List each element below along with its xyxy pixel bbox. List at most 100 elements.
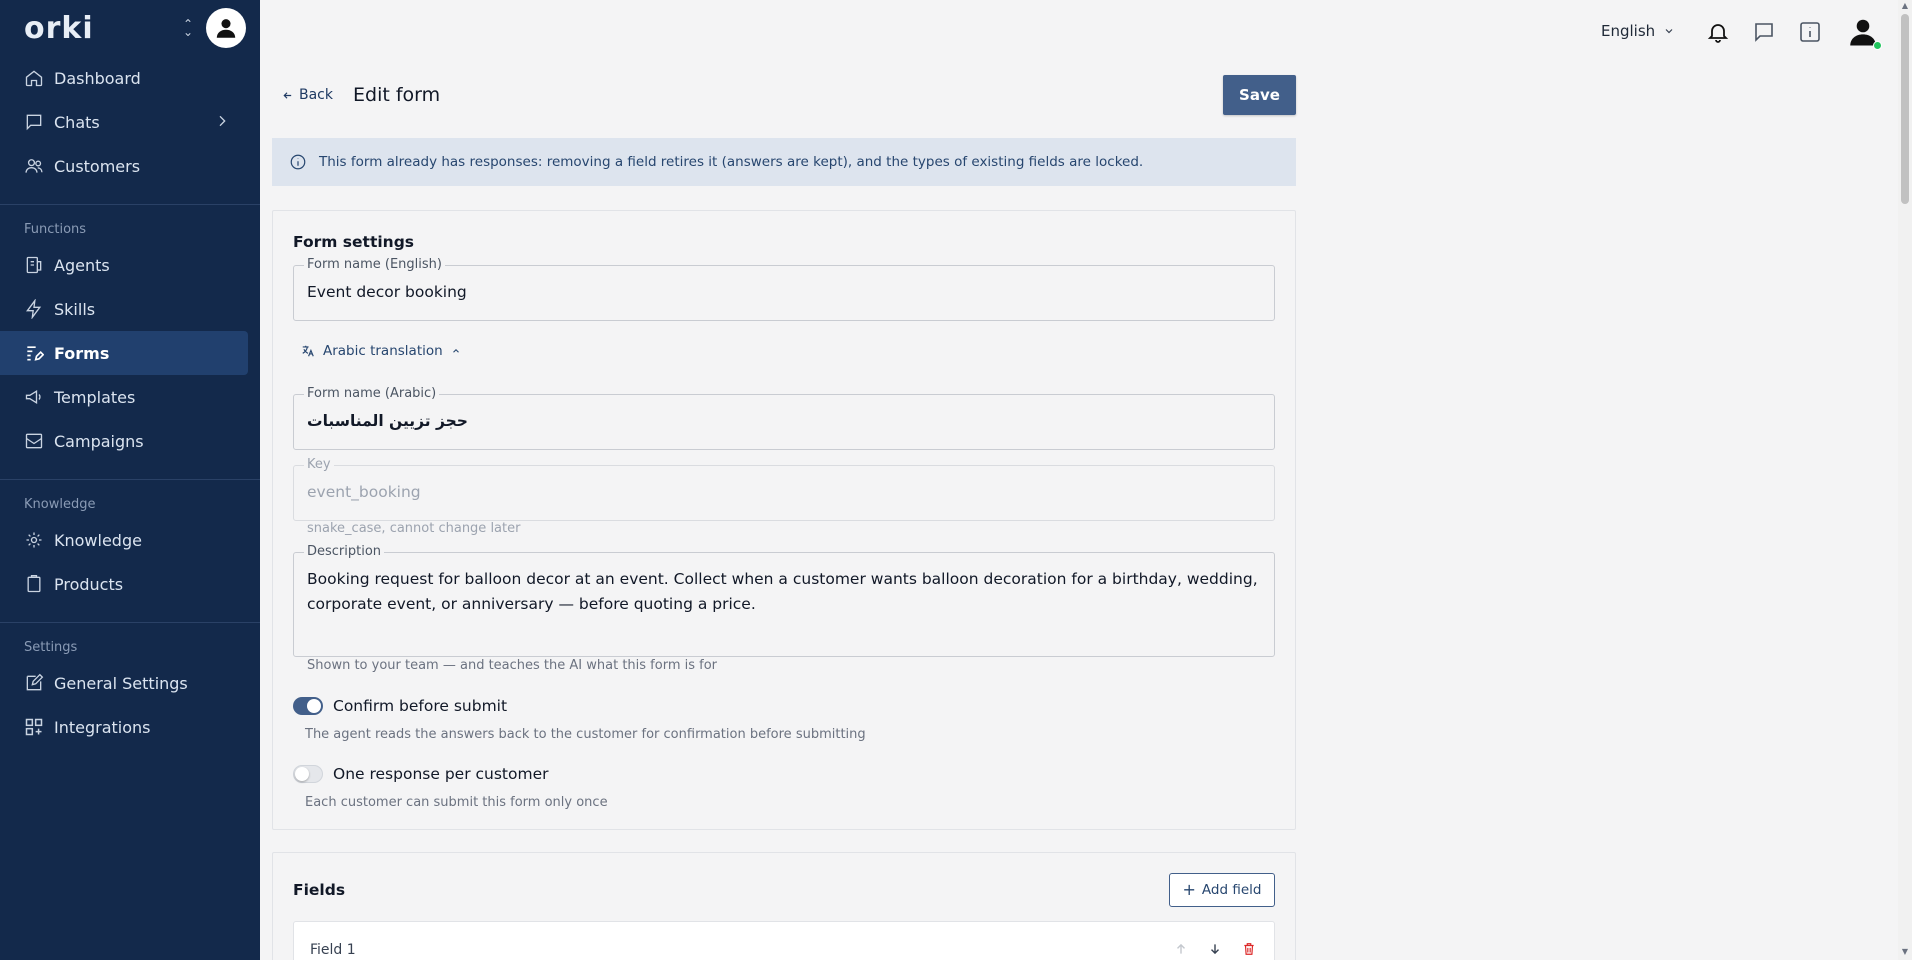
translate-icon — [302, 345, 314, 357]
field-value: event_booking — [307, 483, 421, 501]
sidebar-item-chats[interactable]: Chats — [0, 100, 260, 144]
user-icon — [216, 19, 236, 38]
clipboard-icon — [27, 575, 41, 593]
agent-icon — [26, 256, 42, 274]
sidebar-item-general-settings[interactable]: General Settings — [0, 661, 260, 705]
brain-icon — [26, 532, 42, 548]
confirm-helper-text: The agent reads the answers back to the … — [305, 727, 866, 742]
sidebar-item-label: Customers — [54, 156, 141, 176]
sidebar-item-label: Knowledge — [54, 530, 142, 550]
form-settings-card: Form settings Form name (English) Event … — [272, 210, 1296, 830]
sidebar-item-integrations[interactable]: Integrations — [0, 705, 260, 749]
scrollbar[interactable]: ▲ ▼ — [1898, 0, 1912, 960]
field-label: Form name (Arabic) — [304, 386, 440, 401]
save-button[interactable]: Save — [1223, 75, 1296, 115]
users-icon — [25, 159, 43, 173]
scroll-up-arrow-icon[interactable]: ▲ — [1901, 2, 1909, 10]
arrow-left-icon — [283, 91, 292, 99]
sidebar-item-label: Agents — [54, 255, 110, 275]
form-icon — [27, 346, 44, 361]
sidebar-item-templates[interactable]: Templates — [0, 375, 260, 419]
add-field-label: Add field — [1201, 882, 1262, 898]
field-item-title: Field 1 — [310, 942, 356, 958]
scroll-down-arrow-icon[interactable]: ▼ — [1901, 948, 1909, 956]
plus-icon: + — [1182, 880, 1196, 899]
sidebar: orki ⌃ ⌄ Dashboard Chats Customers Functi… — [0, 0, 260, 960]
description-helper-text: Shown to your team — and teaches the AI … — [307, 658, 718, 673]
key-field: Key event_booking — [293, 457, 1275, 521]
sidebar-item-label: General Settings — [54, 673, 188, 693]
info-banner: This form already has responses: removin… — [272, 138, 1296, 186]
arabic-translation-label: Arabic translation — [323, 343, 443, 359]
sidebar-item-forms[interactable]: Forms — [0, 331, 248, 375]
logo[interactable]: orki — [24, 11, 94, 46]
mail-icon — [25, 433, 43, 449]
sidebar-item-customers[interactable]: Customers — [0, 144, 260, 188]
page-header: Back Edit form Save — [272, 74, 1296, 116]
megaphone-icon — [25, 389, 41, 405]
toggle-label: One response per customer — [333, 765, 549, 783]
edit-icon — [26, 673, 44, 691]
back-link[interactable]: Back — [282, 87, 333, 103]
chat-bubble-icon[interactable] — [1752, 20, 1776, 44]
avatar[interactable] — [206, 8, 246, 48]
language-label: English — [1601, 22, 1656, 40]
form-name-arabic-field[interactable]: Form name (Arabic) حجز تزيين المناسبات — [293, 386, 1275, 450]
info-icon[interactable] — [1798, 20, 1822, 44]
home-icon — [25, 70, 43, 87]
sidebar-item-label: Products — [54, 574, 124, 594]
online-status-dot — [1873, 41, 1882, 50]
scroll-thumb[interactable] — [1901, 14, 1909, 204]
info-icon — [290, 154, 306, 170]
chat-icon — [26, 114, 42, 131]
sidebar-item-dashboard[interactable]: Dashboard — [0, 56, 260, 100]
form-settings-title: Form settings — [293, 233, 415, 251]
toggle-label: Confirm before submit — [333, 697, 508, 715]
sidebar-item-label: Integrations — [54, 717, 151, 737]
chevron-right-icon[interactable] — [214, 113, 230, 129]
confirm-before-submit-toggle[interactable] — [293, 697, 323, 715]
description-field[interactable]: Description Booking request for balloon … — [293, 544, 1275, 657]
sidebar-item-label: Forms — [54, 343, 110, 363]
sidebar-item-label: Skills — [54, 299, 96, 319]
field-item: Field 1 — [293, 921, 1275, 960]
sidebar-item-label: Campaigns — [54, 431, 144, 451]
field-value: Event decor booking — [307, 283, 467, 301]
sidebar-item-label: Dashboard — [54, 68, 141, 88]
add-field-button[interactable]: + Add field — [1169, 873, 1275, 907]
chevron-down-icon — [1665, 29, 1673, 34]
info-banner-text: This form already has responses: removin… — [319, 154, 1144, 170]
divider — [0, 479, 260, 480]
bell-icon[interactable] — [1706, 20, 1730, 44]
sidebar-item-skills[interactable]: Skills — [0, 287, 260, 331]
org-switcher-icon[interactable]: ⌃ ⌄ — [182, 18, 194, 38]
key-helper-text: snake_case, cannot change later — [307, 521, 521, 536]
divider — [0, 204, 260, 205]
sidebar-item-agents[interactable]: Agents — [0, 243, 260, 287]
sidebar-item-campaigns[interactable]: Campaigns — [0, 419, 260, 463]
grid-icon — [25, 718, 43, 736]
arrow-up-icon[interactable] — [1174, 942, 1188, 956]
fields-title: Fields — [293, 881, 346, 899]
field-label: Description — [304, 544, 385, 559]
form-name-english-field[interactable]: Form name (English) Event decor booking — [293, 257, 1275, 321]
section-label-knowledge: Knowledge — [24, 496, 96, 512]
chevron-up-icon — [452, 348, 459, 353]
one-response-row[interactable]: One response per customer — [293, 765, 548, 783]
one-response-toggle[interactable] — [293, 765, 323, 783]
confirm-before-submit-row[interactable]: Confirm before submit — [293, 697, 507, 715]
page-title: Edit form — [353, 84, 441, 106]
section-label-settings: Settings — [24, 639, 78, 655]
back-label: Back — [299, 87, 333, 103]
sidebar-item-knowledge[interactable]: Knowledge — [0, 518, 260, 562]
sidebar-item-products[interactable]: Products — [0, 562, 260, 606]
arrow-down-icon[interactable] — [1208, 942, 1222, 956]
trash-icon[interactable] — [1242, 942, 1256, 956]
one-response-helper-text: Each customer can submit this form only … — [305, 795, 608, 810]
section-label-functions: Functions — [24, 221, 87, 237]
field-value: حجز تزيين المناسبات — [307, 412, 468, 430]
arabic-translation-toggle[interactable]: Arabic translation — [301, 343, 461, 359]
language-selector[interactable]: English — [1601, 22, 1675, 40]
lightning-icon — [26, 299, 42, 319]
sidebar-item-label: Chats — [54, 112, 100, 132]
